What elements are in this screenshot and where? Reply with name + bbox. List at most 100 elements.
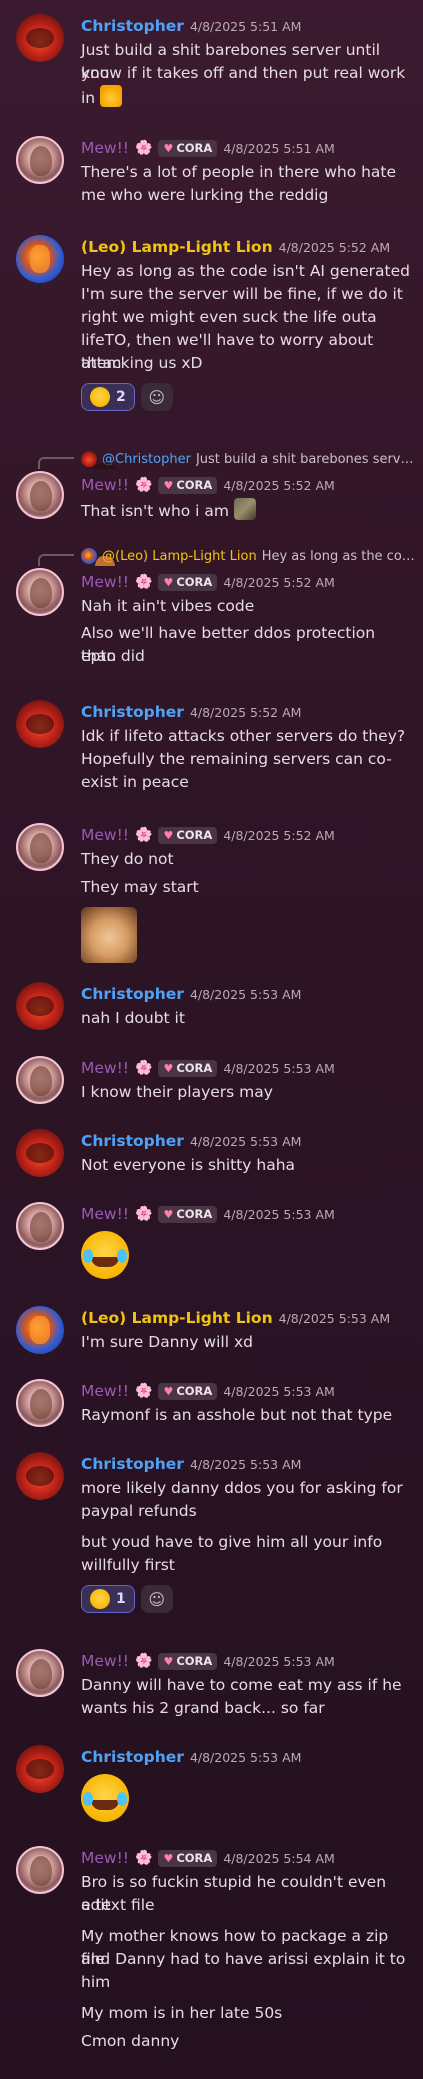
message-text: Not everyone is shitty haha [81, 1156, 296, 1174]
message-text: My mom is in her late 50s [81, 2004, 283, 2022]
timestamp: 4/8/2025 5:53 AM [189, 1456, 302, 1472]
author-name[interactable]: Mew!! [81, 139, 129, 157]
author-name[interactable]: Mew!! [81, 1652, 129, 1670]
guild-tag-label: CORA [176, 478, 213, 492]
guild-tag[interactable]: ♥ CORA [158, 573, 218, 591]
avatar[interactable] [16, 235, 64, 283]
cat-emoji [233, 498, 256, 520]
heart-icon: ♥ [163, 141, 174, 155]
message-text: a text file [81, 1896, 155, 1914]
guild-tag[interactable]: ♥ CORA [158, 1849, 218, 1867]
rofl-emoji [81, 1774, 129, 1822]
avatar[interactable] [16, 1056, 64, 1104]
add-reaction-icon[interactable]: ☺ [140, 1585, 173, 1613]
author-name[interactable]: Mew!! [81, 476, 129, 494]
message-text: wants his 2 grand back... so far [81, 1699, 325, 1717]
message-text: him [81, 1973, 111, 1991]
timestamp: 4/8/2025 5:53 AM [189, 1749, 302, 1765]
message-header: Mew!! 🌸 ♥ CORA 4/8/2025 5:53 AM [81, 1649, 335, 1673]
author-name[interactable]: Mew!! [81, 1382, 129, 1400]
message-header: Christopher 4/8/2025 5:52 AM [81, 700, 301, 724]
guild-tag-label: CORA [176, 1061, 213, 1075]
avatar[interactable] [16, 700, 64, 748]
avatar[interactable] [16, 1379, 64, 1427]
message-header: Mew!! 🌸 ♥ CORA 4/8/2025 5:53 AM [81, 1202, 335, 1226]
message-text: attacking us xD [81, 354, 203, 372]
reaction-rofl[interactable]: 1 [81, 1585, 135, 1613]
message-text: They do not [81, 850, 174, 868]
author-name[interactable]: Mew!! [81, 573, 129, 591]
author-name[interactable]: Christopher [81, 985, 184, 1003]
rofl-emoji [90, 387, 110, 407]
guild-tag[interactable]: ♥ CORA [158, 476, 218, 494]
author-name[interactable]: Christopher [81, 1455, 184, 1473]
heart-icon: ♥ [163, 1061, 174, 1075]
timestamp: 4/8/2025 5:52 AM [189, 704, 302, 720]
avatar[interactable] [16, 471, 64, 519]
avatar[interactable] [16, 1129, 64, 1177]
author-name[interactable]: Christopher [81, 703, 184, 721]
timestamp: 4/8/2025 5:52 AM [278, 239, 391, 255]
heart-icon: ♥ [163, 1384, 174, 1398]
guild-tag[interactable]: ♥ CORA [158, 139, 218, 157]
guild-tag[interactable]: ♥ CORA [158, 1059, 218, 1077]
author-name[interactable]: (Leo) Lamp-Light Lion [81, 238, 273, 256]
author-name[interactable]: Christopher [81, 1132, 184, 1150]
flower-emoji: 🌸 [135, 1850, 153, 1866]
avatar[interactable] [16, 14, 64, 62]
guild-tag-label: CORA [176, 1384, 213, 1398]
avatar[interactable] [16, 1202, 64, 1250]
thumbs-up-emoji [100, 85, 123, 107]
author-name[interactable]: Mew!! [81, 1059, 129, 1077]
reactions: 1 ☺ [81, 1585, 173, 1613]
timestamp: 4/8/2025 5:53 AM [189, 1133, 302, 1149]
reply-text: Hey as long as the code isn't AI generat… [261, 548, 416, 564]
author-name[interactable]: Mew!! [81, 1205, 129, 1223]
reply-preview[interactable]: @(Leo) Lamp-Light Lion Hey as long as th… [81, 546, 416, 566]
guild-tag[interactable]: ♥ CORA [158, 1205, 218, 1223]
timestamp: 4/8/2025 5:51 AM [189, 18, 302, 34]
flower-emoji: 🌸 [135, 140, 153, 156]
avatar[interactable] [16, 1745, 64, 1793]
avatar[interactable] [16, 1452, 64, 1500]
author-name[interactable]: (Leo) Lamp-Light Lion [81, 1309, 273, 1327]
reply-author: @(Leo) Lamp-Light Lion [102, 548, 257, 564]
avatar[interactable] [16, 1306, 64, 1354]
timestamp: 4/8/2025 5:53 AM [189, 986, 302, 1002]
guild-tag-label: CORA [176, 1207, 213, 1221]
message-header: Christopher 4/8/2025 5:53 AM [81, 1745, 301, 1769]
avatar[interactable] [16, 568, 64, 616]
reaction-rofl[interactable]: 2 [81, 383, 135, 411]
message-header: Christopher 4/8/2025 5:53 AM [81, 1129, 301, 1153]
reply-preview[interactable]: @Christopher Just build a shit barebones… [81, 449, 416, 469]
reply-text: Just build a shit barebones server until… [195, 451, 416, 467]
message-text: Hey as long as the code isn't AI generat… [81, 262, 410, 280]
avatar[interactable] [16, 982, 64, 1030]
message-text: Cmon danny [81, 2032, 180, 2050]
guild-tag[interactable]: ♥ CORA [158, 1652, 218, 1670]
avatar[interactable] [16, 136, 64, 184]
flower-emoji: 🌸 [135, 1206, 153, 1222]
timestamp: 4/8/2025 5:53 AM [278, 1310, 391, 1326]
add-reaction-icon[interactable]: ☺ [140, 383, 173, 411]
avatar[interactable] [16, 823, 64, 871]
heart-icon: ♥ [163, 575, 174, 589]
author-name[interactable]: Mew!! [81, 826, 129, 844]
flower-emoji: 🌸 [135, 574, 153, 590]
guild-tag[interactable]: ♥ CORA [158, 826, 218, 844]
message-header: Christopher 4/8/2025 5:53 AM [81, 982, 301, 1006]
author-name[interactable]: Christopher [81, 17, 184, 35]
avatar[interactable] [16, 1649, 64, 1697]
message-text: Hopefully the remaining servers can co- [81, 750, 392, 768]
message-header: (Leo) Lamp-Light Lion 4/8/2025 5:53 AM [81, 1306, 390, 1330]
author-name[interactable]: Mew!! [81, 1849, 129, 1867]
timestamp: 4/8/2025 5:53 AM [223, 1060, 335, 1076]
message-text: I'm sure the server will be fine, if we … [81, 285, 403, 303]
message-text: and Danny had to have arissi explain it … [81, 1950, 406, 1968]
author-name[interactable]: Christopher [81, 1748, 184, 1766]
guild-tag[interactable]: ♥ CORA [158, 1382, 218, 1400]
message-text: more likely danny ddos you for asking fo… [81, 1479, 403, 1497]
message-text: Idk if lifeto attacks other servers do t… [81, 727, 406, 745]
avatar[interactable] [16, 1846, 64, 1894]
message-text: willfully first [81, 1556, 175, 1574]
